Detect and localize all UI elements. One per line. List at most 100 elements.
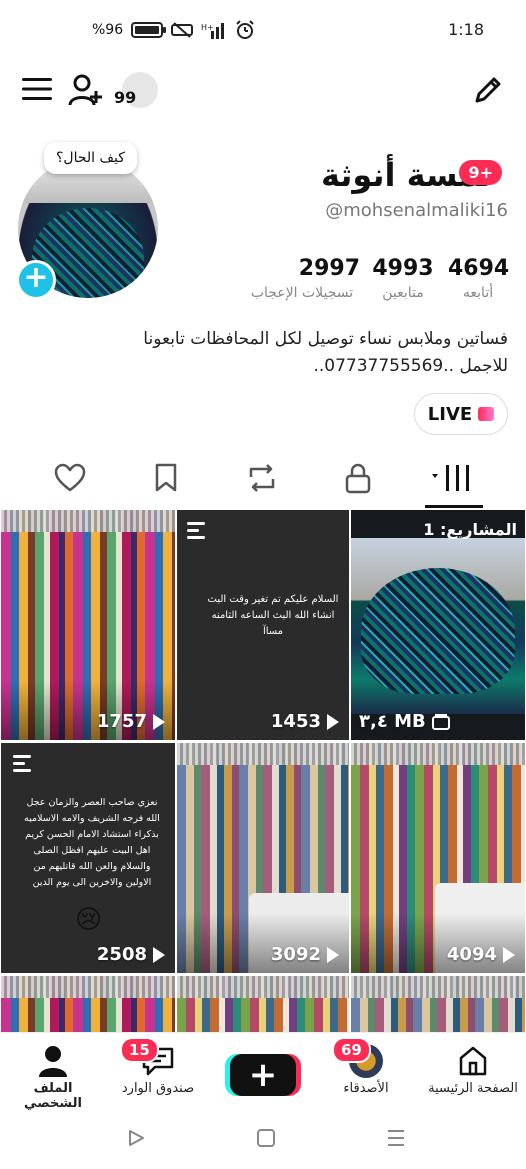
stat-following[interactable]: 4694 أتابعه: [448, 256, 510, 301]
add-user-icon: [68, 74, 102, 106]
view-count: 1453: [271, 711, 339, 732]
mute-icon: [171, 22, 194, 38]
videos-grid-icon: [432, 465, 469, 491]
stat-followers-label: متابعين: [382, 285, 424, 301]
play-icon: [327, 946, 339, 963]
text-post-content: السلام عليكم تم تغير وقت البث انشاء الله…: [207, 594, 339, 637]
nav-home[interactable]: الصفحة الرئيسية: [420, 1041, 526, 1096]
bio-line-1: فساتين وملابس نساء توصيل لكل المحافظات ت…: [143, 329, 508, 349]
active-tab-indicator: [425, 505, 483, 508]
text-post-icon: [13, 755, 31, 776]
live-bars-icon: [478, 407, 495, 421]
recents-icon[interactable]: [386, 1128, 406, 1148]
tab-reposts[interactable]: [242, 458, 282, 498]
status-bubble[interactable]: كيف الحال؟: [44, 142, 137, 174]
stat-following-label: أتابعه: [462, 285, 494, 301]
play-icon: [153, 713, 165, 730]
nav-friends-label: الأصدقاء: [343, 1081, 389, 1096]
stat-followers-count: 4993: [372, 256, 434, 281]
tab-favorites[interactable]: [146, 458, 186, 498]
drafts-tile[interactable]: المشاريع: 1 ٣,٤ MB: [351, 510, 525, 740]
system-nav-bar: [0, 1110, 526, 1169]
hanger-rail: [1, 976, 175, 998]
edit-button[interactable]: [470, 72, 506, 108]
bio: فساتين وملابس نساء توصيل لكل المحافظات ت…: [38, 326, 508, 380]
profile-icon: [39, 1046, 67, 1077]
bio-line-2: للاجمل ..07737755569..: [313, 356, 508, 376]
pencil-icon: [475, 77, 501, 103]
drafts-folder-icon: [431, 713, 450, 730]
battery-icon: [131, 22, 167, 38]
live-button[interactable]: LIVE: [414, 393, 508, 435]
hanger-rail: [177, 976, 349, 998]
stat-likes-count: 2997: [298, 256, 360, 281]
hamburger-icon: [22, 78, 52, 100]
svg-text:H+: H+: [201, 23, 214, 32]
live-label: LIVE: [427, 403, 473, 425]
hanger-rail: [1, 510, 175, 532]
create-plus-icon: +: [248, 1055, 278, 1095]
battery-percent: %96: [92, 22, 124, 38]
tab-liked[interactable]: [50, 458, 90, 498]
view-count-value: 3092: [270, 944, 321, 965]
alarm-icon: [236, 20, 254, 39]
stat-followers[interactable]: 4993 متابعين: [370, 256, 436, 301]
heart-icon: [54, 463, 86, 492]
view-count-value: 2508: [96, 944, 147, 965]
drafts-size-value: ٣,٤ MB: [359, 711, 426, 732]
home-system-icon[interactable]: [256, 1128, 276, 1148]
inbox-badge: 15: [120, 1037, 159, 1063]
video-tile[interactable]: [177, 976, 349, 1032]
view-count: 4094: [447, 944, 515, 965]
status-time: 1:18: [448, 20, 484, 39]
nav-profile[interactable]: الملف الشخصي: [6, 1041, 100, 1111]
play-icon: [153, 946, 165, 963]
play-icon: [503, 946, 515, 963]
username[interactable]: @mohsenalmaliki16: [325, 200, 508, 221]
stat-likes[interactable]: 2997 تسجيلات الإعجاب: [244, 256, 360, 301]
view-count-value: 1453: [270, 711, 321, 732]
text-post-content: نعزي صاحب العصر والزمان عجل الله فرجه ال…: [24, 797, 160, 888]
hanger-rail: [351, 976, 525, 998]
tab-videos[interactable]: [428, 458, 478, 498]
dress-image: [361, 568, 515, 694]
hanger-rail: [177, 743, 349, 765]
view-count: 3092: [271, 944, 339, 965]
text-post-tile[interactable]: نعزي صاحب العصر والزمان عجل الله فرجه ال…: [1, 743, 175, 973]
menu-button[interactable]: [20, 72, 54, 106]
name-badge: 9+: [459, 160, 502, 185]
stat-following-count: 4694: [448, 256, 510, 281]
crying-emoji: 😢: [75, 905, 103, 935]
status-icons: %96 H+: [92, 20, 255, 40]
video-tile[interactable]: [351, 976, 525, 1032]
view-count: 2508: [97, 944, 165, 965]
view-count: 1757: [97, 711, 165, 732]
stat-likes-label: تسجيلات الإعجاب: [250, 285, 354, 301]
hanger-rail: [351, 743, 525, 765]
profile-views-button[interactable]: 99: [110, 70, 160, 110]
add-story-button[interactable]: +: [16, 260, 56, 300]
video-tile[interactable]: [1, 976, 175, 1032]
view-count-value: 1757: [96, 711, 147, 732]
status-bar: %96 H+ 1:18: [0, 0, 526, 60]
create-button[interactable]: +: [230, 1054, 296, 1096]
bookmark-icon: [155, 463, 177, 492]
nav-inbox-label: صندوق الوارد: [121, 1081, 195, 1096]
drafts-size: ٣,٤ MB: [359, 711, 450, 732]
view-count-value: 4094: [446, 944, 497, 965]
drafts-label: المشاريع: 1: [423, 520, 517, 539]
add-friend-button[interactable]: [66, 70, 106, 110]
play-icon: [327, 713, 339, 730]
video-tile[interactable]: 1757: [1, 510, 175, 740]
home-icon: [459, 1046, 487, 1076]
tab-private[interactable]: [338, 458, 378, 498]
video-tile[interactable]: 3092: [177, 743, 349, 973]
nav-home-label: الصفحة الرئيسية: [428, 1081, 518, 1096]
text-post-icon: [187, 522, 205, 543]
back-icon[interactable]: [126, 1128, 146, 1148]
text-post-tile[interactable]: السلام عليكم تم تغير وقت البث انشاء الله…: [177, 510, 349, 740]
nav-profile-label: الملف الشخصي: [24, 1081, 82, 1111]
profile-views-count: 99: [114, 88, 137, 107]
friends-badge: 69: [332, 1037, 371, 1063]
video-tile[interactable]: 4094: [351, 743, 525, 973]
